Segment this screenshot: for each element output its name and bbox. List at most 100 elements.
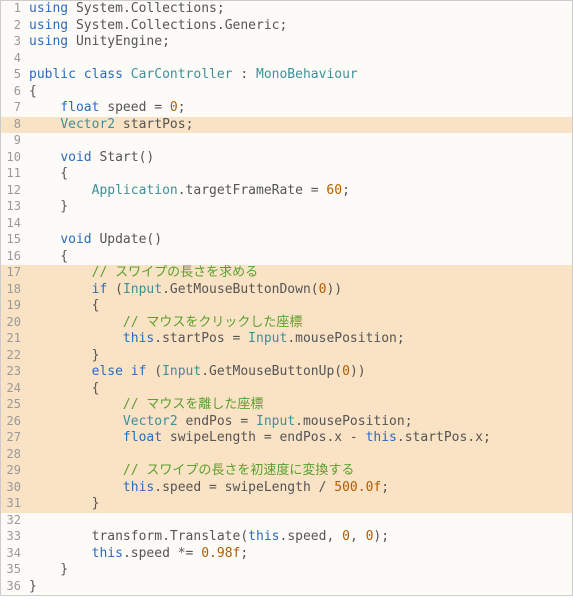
code-block: 1using System.Collections;2using System.… (0, 0, 573, 596)
code-content: using System.Collections.Generic; (27, 18, 572, 35)
code-line: 17 // スワイプの長さを求める (1, 265, 572, 282)
line-number: 19 (1, 298, 27, 313)
code-content: Application.targetFrameRate = 60; (27, 183, 572, 200)
code-content: this.speed *= 0.98f; (27, 546, 572, 563)
code-content: void Start() (27, 150, 572, 167)
code-line: 6{ (1, 84, 572, 101)
code-content (27, 216, 572, 233)
code-content: if (Input.GetMouseButtonDown(0)) (27, 282, 572, 299)
code-content: float speed = 0; (27, 100, 572, 117)
code-content: using UnityEngine; (27, 34, 572, 51)
line-number: 9 (1, 133, 27, 148)
line-number: 6 (1, 84, 27, 99)
code-line: 21 this.startPos = Input.mousePosition; (1, 331, 572, 348)
code-line: 13 } (1, 199, 572, 216)
line-number: 36 (1, 579, 27, 594)
code-content: // マウスをクリックした座標 (27, 315, 572, 332)
line-number: 12 (1, 183, 27, 198)
code-line: 36} (1, 579, 572, 596)
code-line: 32 (1, 513, 572, 530)
line-number: 4 (1, 51, 27, 66)
code-content (27, 51, 572, 68)
code-line: 31 } (1, 496, 572, 513)
code-line: 11 { (1, 166, 572, 183)
line-number: 26 (1, 414, 27, 429)
code-content: // マウスを離した座標 (27, 397, 572, 414)
line-number: 24 (1, 381, 27, 396)
code-content: void Update() (27, 232, 572, 249)
line-number: 22 (1, 348, 27, 363)
code-content: } (27, 199, 572, 216)
code-line: 9 (1, 133, 572, 150)
code-content: } (27, 496, 572, 513)
code-line: 30 this.speed = swipeLength / 500.0f; (1, 480, 572, 497)
code-content: using System.Collections; (27, 1, 572, 18)
line-number: 23 (1, 364, 27, 379)
code-line: 19 { (1, 298, 572, 315)
code-line: 8 Vector2 startPos; (1, 117, 572, 134)
code-line: 15 void Update() (1, 232, 572, 249)
code-content: this.speed = swipeLength / 500.0f; (27, 480, 572, 497)
line-number: 7 (1, 100, 27, 115)
code-line: 34 this.speed *= 0.98f; (1, 546, 572, 563)
code-line: 20 // マウスをクリックした座標 (1, 315, 572, 332)
code-line: 26 Vector2 endPos = Input.mousePosition; (1, 414, 572, 431)
code-line: 28 (1, 447, 572, 464)
code-line: 10 void Start() (1, 150, 572, 167)
code-line: 14 (1, 216, 572, 233)
code-line: 29 // スワイプの長さを初速度に変換する (1, 463, 572, 480)
code-content (27, 513, 572, 530)
line-number: 14 (1, 216, 27, 231)
code-content: // スワイプの長さを初速度に変換する (27, 463, 572, 480)
code-line: 22 } (1, 348, 572, 365)
code-line: 33 transform.Translate(this.speed, 0, 0)… (1, 529, 572, 546)
line-number: 15 (1, 232, 27, 247)
line-number: 31 (1, 496, 27, 511)
code-line: 35 } (1, 562, 572, 579)
code-content: Vector2 startPos; (27, 117, 572, 134)
line-number: 27 (1, 430, 27, 445)
line-number: 13 (1, 199, 27, 214)
line-number: 21 (1, 331, 27, 346)
code-content: } (27, 348, 572, 365)
line-number: 34 (1, 546, 27, 561)
line-number: 17 (1, 265, 27, 280)
code-content: public class CarController : MonoBehavio… (27, 67, 572, 84)
line-number: 2 (1, 18, 27, 33)
code-content: { (27, 166, 572, 183)
line-number: 28 (1, 447, 27, 462)
code-line: 4 (1, 51, 572, 68)
code-content (27, 133, 572, 150)
code-line: 24 { (1, 381, 572, 398)
line-number: 20 (1, 315, 27, 330)
code-line: 12 Application.targetFrameRate = 60; (1, 183, 572, 200)
line-number: 30 (1, 480, 27, 495)
line-number: 1 (1, 1, 27, 16)
code-content: { (27, 381, 572, 398)
code-line: 25 // マウスを離した座標 (1, 397, 572, 414)
code-line: 18 if (Input.GetMouseButtonDown(0)) (1, 282, 572, 299)
code-content: transform.Translate(this.speed, 0, 0); (27, 529, 572, 546)
line-number: 32 (1, 513, 27, 528)
code-line: 1using System.Collections; (1, 1, 572, 18)
code-content: { (27, 84, 572, 101)
code-line: 27 float swipeLength = endPos.x - this.s… (1, 430, 572, 447)
code-content: { (27, 298, 572, 315)
line-number: 10 (1, 150, 27, 165)
line-number: 35 (1, 562, 27, 577)
line-number: 16 (1, 249, 27, 264)
code-content: Vector2 endPos = Input.mousePosition; (27, 414, 572, 431)
code-line: 16 { (1, 249, 572, 266)
code-line: 2using System.Collections.Generic; (1, 18, 572, 35)
code-line: 3using UnityEngine; (1, 34, 572, 51)
code-content: else if (Input.GetMouseButtonUp(0)) (27, 364, 572, 381)
code-line: 7 float speed = 0; (1, 100, 572, 117)
code-line: 23 else if (Input.GetMouseButtonUp(0)) (1, 364, 572, 381)
code-content: { (27, 249, 572, 266)
code-content: } (27, 579, 572, 596)
code-content: // スワイプの長さを求める (27, 265, 572, 282)
line-number: 18 (1, 282, 27, 297)
line-number: 11 (1, 166, 27, 181)
line-number: 29 (1, 463, 27, 478)
line-number: 25 (1, 397, 27, 412)
